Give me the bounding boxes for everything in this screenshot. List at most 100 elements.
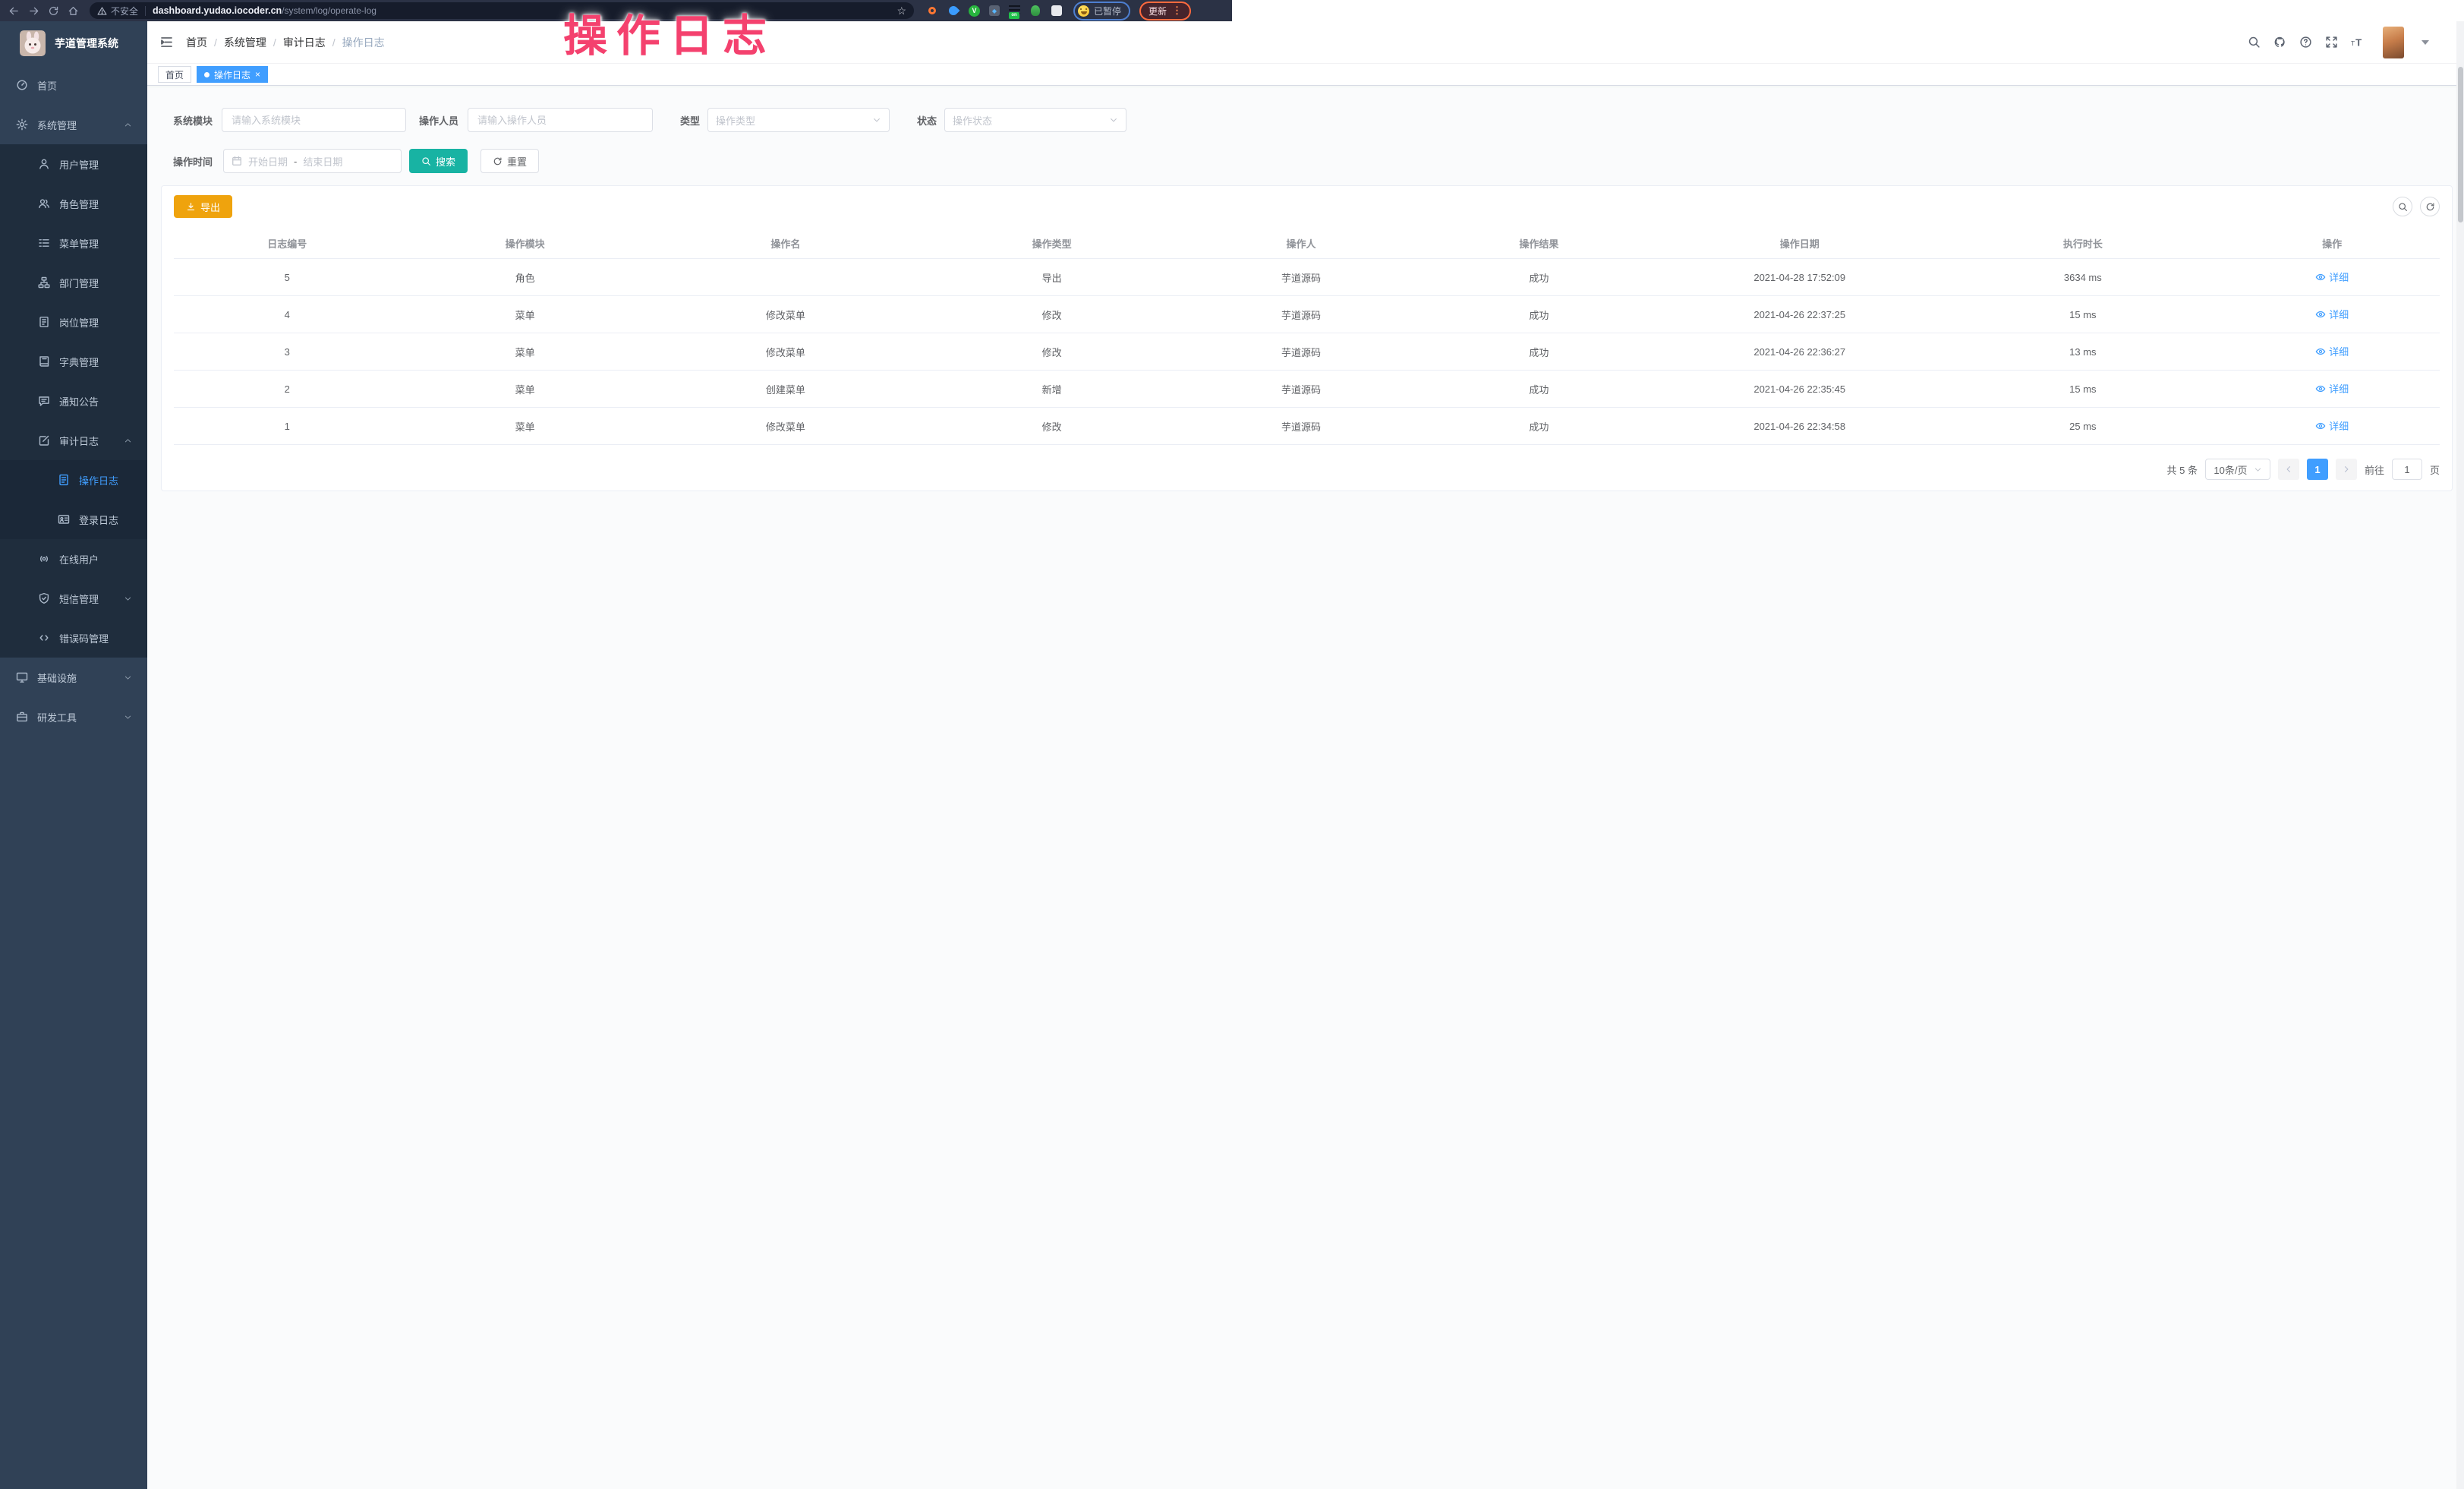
type-select[interactable]: 操作类型: [707, 108, 890, 132]
browser-back-icon[interactable]: [8, 5, 20, 17]
detail-link[interactable]: 详细: [2315, 381, 2349, 396]
cell: 修改菜单: [650, 308, 922, 322]
sidebar-item-7[interactable]: 字典管理: [0, 342, 147, 381]
breadcrumb-item-2[interactable]: 审计日志: [283, 35, 326, 50]
cell: 2021-04-26 22:36:27: [1658, 346, 1941, 358]
sidebar-item-13[interactable]: 短信管理: [0, 579, 147, 618]
reset-button[interactable]: 重置: [481, 149, 539, 173]
sidebar-item-14[interactable]: 错误码管理: [0, 618, 147, 658]
sidebar-item-5[interactable]: 部门管理: [0, 263, 147, 302]
users-icon: [38, 197, 50, 210]
prev-page-button[interactable]: [2278, 459, 2299, 480]
cell: 修改: [922, 308, 1182, 322]
page-scrollbar[interactable]: [2456, 21, 2464, 1489]
sidebar: 芋道管理系统 首页 系统管理 用户管理 角色管理 菜单管理 部门管理 岗位管理 …: [0, 21, 147, 1489]
tab-bar: 首页 操作日志 ×: [147, 64, 2464, 86]
sidebar-item-0[interactable]: 首页: [0, 65, 147, 105]
next-page-button[interactable]: [2336, 459, 2357, 480]
chevron-down-icon: [124, 713, 132, 721]
breadcrumb-item-1[interactable]: 系统管理: [224, 35, 266, 50]
cell: 成功: [1420, 382, 1658, 396]
extension-green-v-icon[interactable]: V: [969, 5, 980, 17]
sidebar-item-4[interactable]: 菜单管理: [0, 223, 147, 263]
app-title: 芋道管理系统: [55, 36, 118, 51]
menulist-icon: [38, 237, 50, 249]
tab-0[interactable]: 首页: [158, 66, 191, 83]
breadcrumb-item-0[interactable]: 首页: [186, 35, 207, 50]
bookmark-star-icon[interactable]: ☆: [896, 5, 906, 17]
date-range-input[interactable]: 开始日期 - 结束日期: [223, 149, 402, 173]
column-header-8: 操作: [2224, 236, 2440, 251]
extension-person-icon[interactable]: [1029, 5, 1041, 17]
extension-orange-icon[interactable]: [926, 5, 938, 17]
refresh-table-button[interactable]: [2420, 197, 2440, 216]
goto-page-input[interactable]: [2392, 459, 2422, 480]
help-icon[interactable]: [2299, 36, 2312, 49]
sidebar-item-6[interactable]: 岗位管理: [0, 302, 147, 342]
sidebar-item-9[interactable]: 审计日志: [0, 421, 147, 460]
browser-reload-icon[interactable]: [48, 5, 59, 17]
message-icon: [38, 395, 50, 407]
app-header: 首页/ 系统管理/ 审计日志/ 操作日志 TT: [147, 21, 2464, 64]
cell: 2021-04-28 17:52:09: [1658, 272, 1941, 283]
idcard-icon: [58, 513, 70, 525]
status-select[interactable]: 操作状态: [944, 108, 1126, 132]
online-icon: [38, 553, 50, 565]
extension-blue-drop-icon[interactable]: [947, 5, 959, 17]
sidebar-item-2[interactable]: 用户管理: [0, 144, 147, 184]
detail-link[interactable]: 详细: [2315, 270, 2349, 284]
module-input[interactable]: [222, 108, 406, 132]
module-label: 系统模块: [163, 113, 213, 128]
sidebar-item-8[interactable]: 通知公告: [0, 381, 147, 421]
detail-link[interactable]: 详细: [2315, 418, 2349, 433]
page-size-select[interactable]: 10条/页: [2205, 459, 2270, 480]
page-1-button[interactable]: 1: [2307, 459, 2328, 480]
page-content: 系统模块 操作人员 类型 操作类型 状态 操作状态 操作时间: [147, 87, 2464, 1489]
update-browser-button[interactable]: 更新 ⋮: [1139, 2, 1191, 21]
collapse-sidebar-icon[interactable]: [159, 35, 174, 49]
sidebar-menu: 首页 系统管理 用户管理 角色管理 菜单管理 部门管理 岗位管理 字典管理 通知: [0, 65, 147, 737]
fullscreen-icon[interactable]: [2325, 36, 2338, 49]
font-size-icon[interactable]: TT: [2351, 36, 2364, 49]
extensions-puzzle-icon[interactable]: [1051, 5, 1063, 17]
browser-menu-dots-icon[interactable]: ⋮: [1172, 5, 1182, 17]
tree-icon: [38, 276, 50, 289]
avatar[interactable]: [2383, 27, 2404, 58]
sidebar-item-15[interactable]: 基础设施: [0, 658, 147, 697]
browser-home-icon[interactable]: [68, 5, 79, 17]
url-path: /system/log/operate-log: [282, 5, 377, 16]
search-button[interactable]: 搜索: [409, 149, 468, 173]
avatar-caret-icon[interactable]: [2421, 40, 2429, 45]
search-icon[interactable]: [2248, 36, 2261, 49]
show-search-button[interactable]: [2393, 197, 2412, 216]
export-button[interactable]: 导出: [174, 195, 232, 218]
column-header-1: 操作模块: [401, 236, 650, 251]
browser-forward-icon[interactable]: [28, 5, 39, 17]
sidebar-item-1[interactable]: 系统管理: [0, 105, 147, 144]
cell: 角色: [401, 270, 650, 285]
app-logo[interactable]: 芋道管理系统: [0, 21, 147, 65]
eye-icon: [2315, 309, 2326, 320]
cell: 芋道源码: [1182, 345, 1419, 359]
tab-1[interactable]: 操作日志 ×: [197, 66, 268, 83]
url-divider: [145, 6, 146, 16]
extension-gem-icon[interactable]: ◆: [989, 5, 1000, 16]
github-icon[interactable]: [2273, 36, 2286, 49]
sidebar-item-16[interactable]: 研发工具: [0, 697, 147, 737]
scrollbar-thumb[interactable]: [2458, 67, 2463, 222]
cell: 导出: [922, 270, 1182, 285]
cell: 5: [174, 272, 401, 283]
sidebar-item-11[interactable]: 登录日志: [0, 500, 147, 539]
close-icon[interactable]: ×: [255, 70, 260, 79]
sidebar-item-3[interactable]: 角色管理: [0, 184, 147, 223]
url-bar[interactable]: 不安全 dashboard.yudao.iocoder.cn/system/lo…: [90, 2, 914, 19]
sidebar-item-10[interactable]: 操作日志: [0, 460, 147, 500]
detail-link[interactable]: 详细: [2315, 307, 2349, 321]
table-row-0: 5角色导出芋道源码成功2021-04-28 17:52:093634 ms 详细: [174, 259, 2440, 296]
detail-link[interactable]: 详细: [2315, 344, 2349, 358]
extension-switch-icon[interactable]: on: [1009, 5, 1020, 17]
insecure-warning-icon[interactable]: [97, 6, 107, 16]
sidebar-item-12[interactable]: 在线用户: [0, 539, 147, 579]
paused-extension-button[interactable]: 已暂停: [1073, 2, 1130, 21]
operator-input[interactable]: [468, 108, 653, 132]
